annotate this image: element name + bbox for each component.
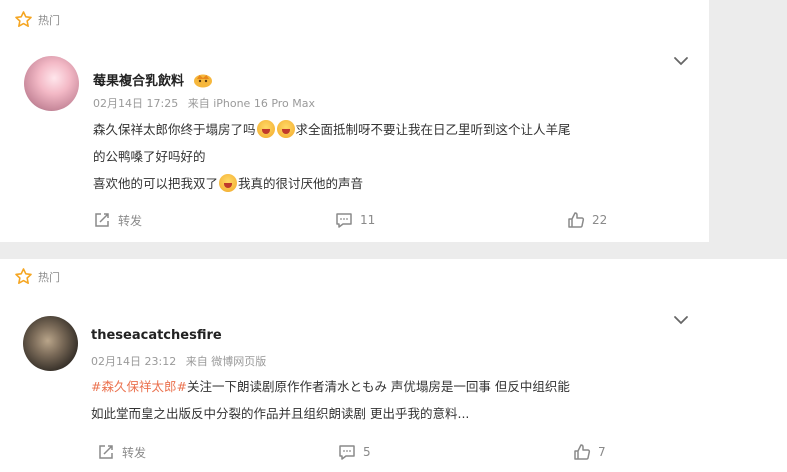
star-icon	[15, 11, 32, 28]
star-icon	[15, 268, 32, 285]
comment-text: 森久保祥太郎你终于塌房了吗	[93, 122, 256, 137]
comment-date: 02月14日 17:25	[93, 97, 179, 110]
laughing-emoji-icon	[256, 120, 275, 138]
chevron-down-icon[interactable]	[673, 315, 689, 325]
like-count: 7	[598, 445, 606, 459]
comment-text: 喜欢他的可以把我双了	[93, 176, 219, 191]
comment-text: 关注一下朗读剧原作作者清水ともみ 声优塌房是一回事 但反中组织能	[186, 379, 570, 394]
comment-text-line: 森久保祥太郎你终于塌房了吗 求全面抵制呀不要让我在日乙里听到这个让人羊尾	[93, 119, 571, 138]
shouting-emoji-icon	[219, 174, 238, 192]
comment-source: 来自 微博网页版	[185, 355, 267, 368]
like-icon	[574, 444, 591, 460]
comment-text: 我真的很讨厌他的声音	[238, 176, 364, 191]
comment-date: 02月14日 23:12	[91, 355, 177, 368]
username-row: 莓果複合乳飲料	[93, 70, 213, 89]
avatar[interactable]	[24, 56, 79, 111]
comment-text-line: 的公鸭嗓了好吗好的	[93, 146, 206, 165]
comment-icon	[336, 213, 352, 228]
crown-badge-icon	[193, 74, 212, 88]
hashtag-link[interactable]: #森久保祥太郎#	[91, 379, 187, 394]
username[interactable]: theseacatchesfire	[91, 328, 222, 343]
comment-feed: 热门 莓果複合乳飲料 02月14日 17:25 来自 iPhone 16 Pro…	[0, 0, 787, 472]
comment-text-line: #森久保祥太郎#关注一下朗读剧原作作者清水ともみ 声优塌房是一回事 但反中组织能	[91, 376, 570, 395]
repost-label: 转发	[118, 213, 143, 228]
comment-icon	[339, 445, 355, 460]
comment-meta: 02月14日 23:12 来自 微博网页版	[91, 353, 272, 369]
comment-text-line: 如此堂而皇之出版反中分裂的作品并且组织朗读剧 更出乎我的意料...	[91, 403, 469, 422]
comment-text: 如此堂而皇之出版反中分裂的作品并且组织朗读剧 更出乎我的意料...	[91, 406, 470, 421]
comment-button[interactable]: 11	[335, 211, 375, 229]
comment-card: 热门 theseacatchesfire 02月14日 23:12 来自 微博网…	[0, 259, 787, 472]
repost-icon	[99, 445, 113, 459]
comment-count: 5	[363, 445, 371, 459]
like-count: 22	[592, 213, 608, 227]
like-button[interactable]: 7	[573, 443, 606, 461]
repost-button[interactable]: 转发	[97, 443, 146, 461]
comment-source: 来自 iPhone 16 Pro Max	[187, 97, 316, 110]
chevron-down-icon[interactable]	[673, 56, 689, 66]
comment-text-line: 喜欢他的可以把我双了 我真的很讨厌他的声音	[93, 173, 363, 192]
hot-tag: 热门	[14, 267, 60, 286]
comment-meta: 02月14日 17:25 来自 iPhone 16 Pro Max	[93, 95, 321, 111]
avatar[interactable]	[23, 316, 78, 371]
repost-icon	[95, 213, 109, 227]
comment-text: 求全面抵制呀不要让我在日乙里听到这个让人羊尾	[295, 122, 571, 137]
username[interactable]: 莓果複合乳飲料	[93, 74, 184, 89]
comment-text: 的公鸭嗓了好吗好的	[93, 149, 206, 164]
hot-label: 热门	[38, 270, 60, 284]
hot-tag: 热门	[14, 10, 60, 29]
comment-count: 11	[360, 213, 376, 227]
like-button[interactable]: 22	[567, 211, 607, 229]
repost-button[interactable]: 转发	[93, 211, 142, 229]
comment-button[interactable]: 5	[338, 443, 371, 461]
like-icon	[568, 212, 585, 228]
repost-label: 转发	[122, 445, 147, 460]
comment-card: 热门 莓果複合乳飲料 02月14日 17:25 来自 iPhone 16 Pro…	[0, 0, 709, 242]
hot-label: 热门	[38, 13, 60, 27]
laughing-emoji-icon	[276, 120, 295, 138]
